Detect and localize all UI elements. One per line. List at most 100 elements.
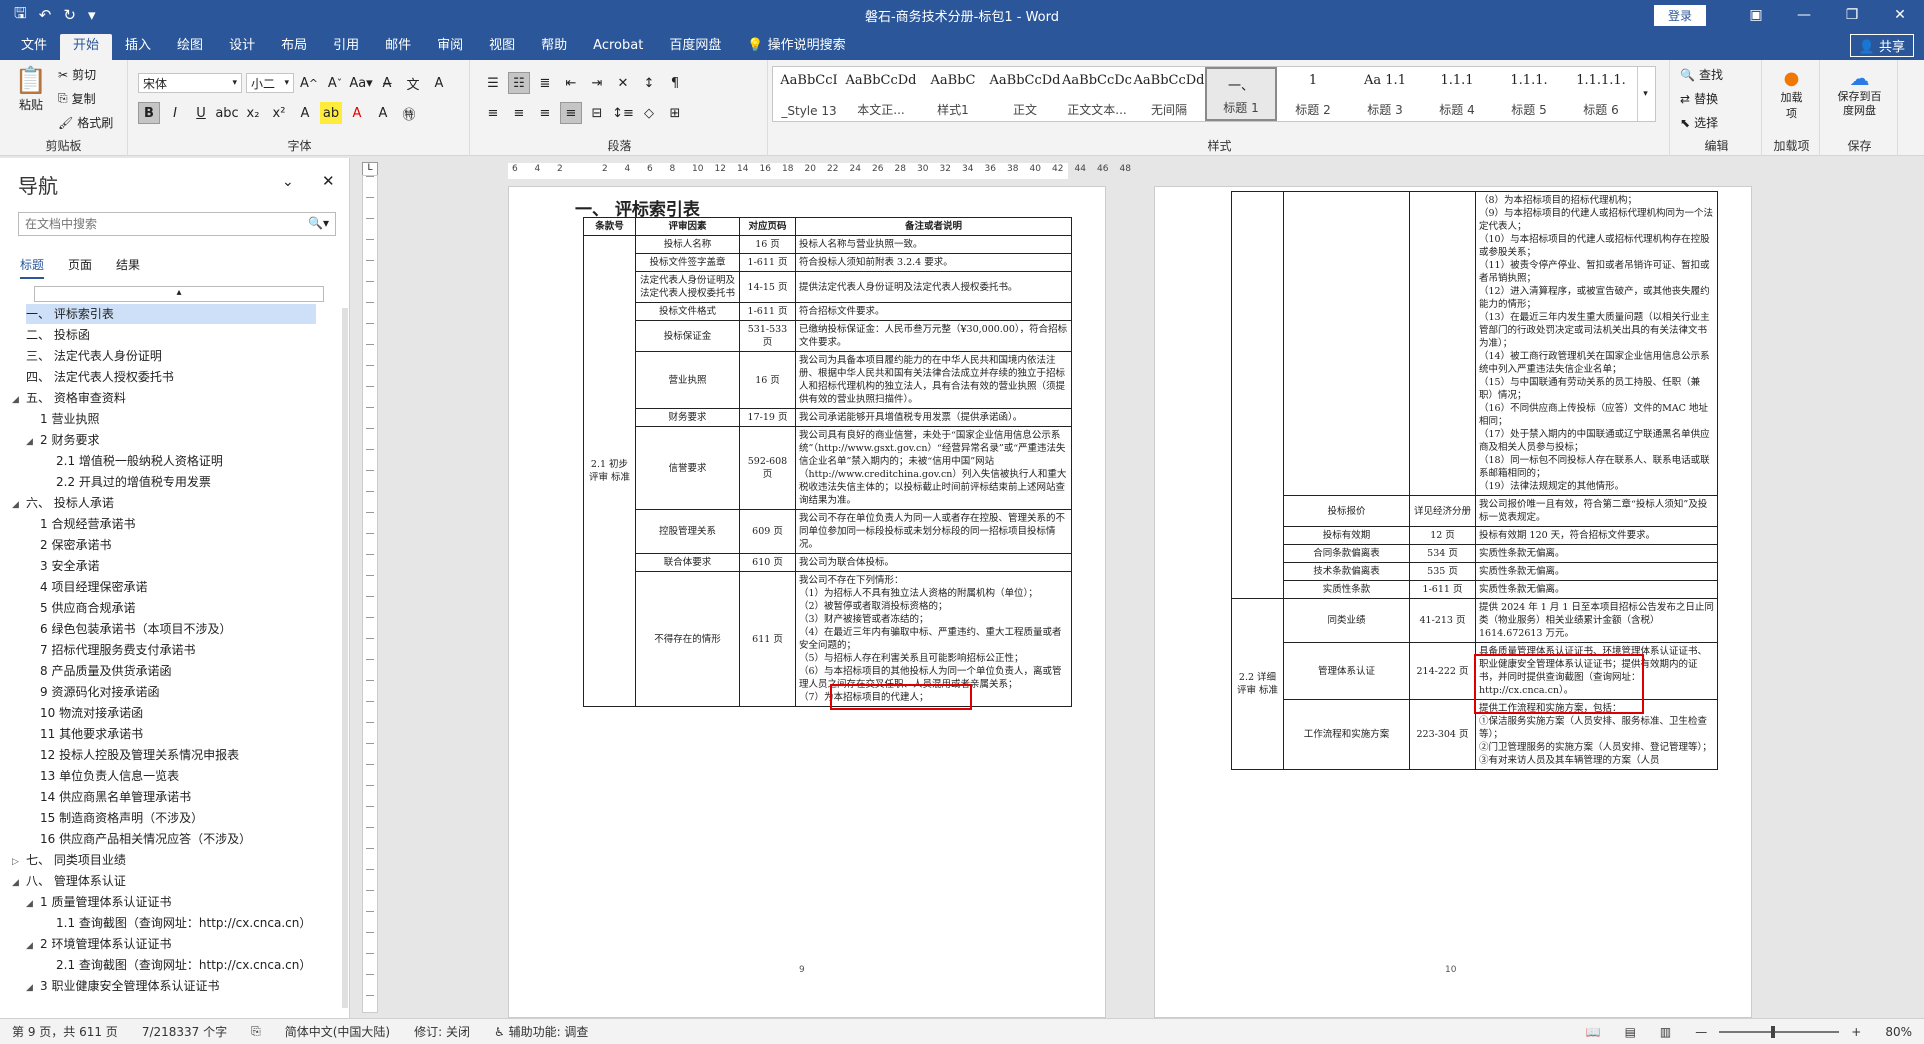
replace-button[interactable]: ⇄ 替换: [1680, 90, 1718, 107]
restore-icon[interactable]: ❐: [1828, 7, 1876, 23]
tab-file[interactable]: 文件: [8, 34, 60, 60]
nav-heading-item[interactable]: 14 供应商黑名单管理承诺书: [40, 787, 191, 807]
minimize-icon[interactable]: —: [1780, 7, 1828, 23]
nav-heading-item[interactable]: 2.1 查询截图（查询网址：http://cx.cnca.cn）: [56, 955, 311, 975]
format-painter-button[interactable]: 🖌 格式刷: [58, 114, 113, 131]
zoom-in-icon[interactable]: +: [1839, 1025, 1873, 1039]
horizontal-ruler[interactable]: 6 4 2 2 4 6 8 10 12 14 16 18 20 22 24 26 28 30 32 34 36 38 40 4…: [380, 162, 1924, 180]
nav-heading-item[interactable]: ▷ 七、 同类项目业绩: [12, 850, 126, 870]
nav-heading-item[interactable]: 13 单位负责人信息一览表: [40, 766, 179, 786]
nav-heading-item[interactable]: 三、 法定代表人身份证明: [26, 346, 162, 366]
page-9[interactable]: 一、 评标索引表 条款号 评审因素 对应页码 备注或者说明 2.1 初步 评审 标准…: [508, 186, 1106, 1018]
expand-icon[interactable]: ◢: [26, 936, 40, 956]
style-item[interactable]: AaBbC 样式1: [917, 67, 989, 121]
underline-icon[interactable]: U: [190, 102, 212, 124]
zoom-out-icon[interactable]: —: [1683, 1025, 1719, 1039]
nav-heading-item[interactable]: 11 其他要求承诺书: [40, 724, 143, 744]
justify-icon[interactable]: ≡: [560, 102, 582, 124]
find-button[interactable]: 🔍 查找: [1680, 66, 1723, 83]
ribbon-display-icon[interactable]: ▣: [1732, 7, 1780, 23]
decrease-indent-icon[interactable]: ⇤: [560, 72, 582, 94]
align-right-icon[interactable]: ≡: [534, 102, 556, 124]
bold-icon[interactable]: B: [138, 102, 160, 124]
nav-heading-item[interactable]: ◢ 1 质量管理体系认证证书: [26, 892, 171, 912]
style-item[interactable]: 1.1.1.1. 标题 6: [1565, 67, 1637, 121]
phonetic-icon[interactable]: 文: [402, 72, 424, 94]
line-spacing-icon[interactable]: ↕≡: [612, 102, 634, 124]
tell-me-search[interactable]: 💡 操作说明搜索: [734, 34, 858, 60]
align-center-icon[interactable]: ≡: [508, 102, 530, 124]
style-item[interactable]: AaBbCcDd 无间隔: [1133, 67, 1205, 121]
style-item[interactable]: AaBbCcI _Style 13: [773, 67, 845, 121]
nav-heading-item[interactable]: 9 资源码化对接承诺函: [40, 682, 159, 702]
style-item[interactable]: AaBbCcDc 正文文本...: [1061, 67, 1133, 121]
nav-heading-item[interactable]: 2.1 增值税一般纳税人资格证明: [56, 451, 223, 471]
nav-heading-item[interactable]: ◢ 五、 资格审查资料: [12, 388, 126, 408]
nav-heading-item[interactable]: 二、 投标函: [26, 325, 90, 345]
font-size-select[interactable]: 小二 ▾: [246, 73, 294, 93]
nav-heading-item[interactable]: 15 制造商资格声明（不涉及）: [40, 808, 203, 828]
bullets-icon[interactable]: ☰: [482, 72, 504, 94]
share-button[interactable]: 👤 共享: [1849, 34, 1914, 57]
tab-layout[interactable]: 布局: [268, 34, 320, 60]
grow-font-icon[interactable]: A ^: [298, 72, 320, 94]
language[interactable]: 简体中文(中国大陆): [273, 1023, 402, 1040]
nav-heading-item[interactable]: 3 安全承诺: [40, 556, 99, 576]
shrink-font-icon[interactable]: Aˇ: [324, 72, 346, 94]
change-case-icon[interactable]: Aa▾: [349, 72, 372, 94]
enclose-char-icon[interactable]: ㊕: [398, 102, 420, 124]
increase-indent-icon[interactable]: ⇥: [586, 72, 608, 94]
style-item[interactable]: 1 标题 2: [1277, 67, 1349, 121]
distributed-icon[interactable]: ⊟: [586, 102, 608, 124]
close-icon[interactable]: ✕: [1876, 7, 1924, 23]
nav-heading-item[interactable]: 四、 法定代表人授权委托书: [26, 367, 174, 387]
zoom-level[interactable]: 80%: [1873, 1025, 1924, 1039]
tab-draw[interactable]: 绘图: [164, 34, 216, 60]
styles-more-icon[interactable]: ▾: [1637, 67, 1653, 121]
search-icon[interactable]: 🔍▾: [308, 216, 329, 230]
sort-icon[interactable]: ↕: [638, 72, 660, 94]
nav-scrollbar[interactable]: [342, 308, 348, 1008]
font-name-select[interactable]: 宋体 ▾: [138, 73, 242, 93]
accessibility[interactable]: ♿ 辅助功能: 调查: [482, 1023, 600, 1040]
nav-close-icon[interactable]: ✕: [322, 172, 335, 190]
read-mode-icon[interactable]: 📖: [1574, 1025, 1613, 1039]
style-item[interactable]: AaBbCcDd 正文: [989, 67, 1061, 121]
page-count[interactable]: 第 9 页，共 611 页: [0, 1023, 130, 1040]
copy-button[interactable]: ⎘ 复制: [58, 90, 96, 107]
style-item[interactable]: 1.1.1. 标题 5: [1493, 67, 1565, 121]
track-changes[interactable]: 修订: 关闭: [402, 1023, 482, 1040]
style-item[interactable]: Aa 1.1 标题 3: [1349, 67, 1421, 121]
select-button[interactable]: ⬉ 选择: [1680, 114, 1718, 131]
nav-heading-item[interactable]: 1 营业执照: [40, 409, 99, 429]
expand-icon[interactable]: ◢: [12, 495, 26, 515]
nav-heading-item[interactable]: ◢ 六、 投标人承诺: [12, 493, 114, 513]
char-shading-icon[interactable]: A: [372, 102, 394, 124]
tab-home[interactable]: 开始: [60, 34, 113, 60]
tab-baidu[interactable]: 百度网盘: [656, 34, 734, 60]
nav-heading-item[interactable]: 一、 评标索引表: [26, 304, 316, 324]
chinese-layout-icon[interactable]: ✕: [612, 72, 634, 94]
nav-heading-item[interactable]: 10 物流对接承诺函: [40, 703, 143, 723]
strikethrough-icon[interactable]: abc: [215, 102, 238, 124]
text-effects-icon[interactable]: A: [294, 102, 316, 124]
nav-heading-item[interactable]: 2.2 开具过的增值税专用发票: [56, 472, 211, 492]
save-baidu-button[interactable]: ☁ 保存到百度网盘: [1822, 66, 1897, 118]
nav-heading-item[interactable]: 7 招标代理服务费支付承诺书: [40, 640, 195, 660]
customize-qat-icon[interactable]: ▾: [88, 3, 96, 28]
nav-search-input[interactable]: [18, 212, 336, 236]
tab-help[interactable]: 帮助: [528, 34, 580, 60]
cut-button[interactable]: ✂ 剪切: [58, 66, 96, 83]
nav-heading-item[interactable]: 5 供应商合规承诺: [40, 598, 135, 618]
highlight-icon[interactable]: ab: [320, 102, 342, 124]
style-item[interactable]: AaBbCcDd 本文正...: [845, 67, 917, 121]
login-button[interactable]: 登录: [1653, 4, 1706, 26]
nav-heading-item[interactable]: 1.1 查询截图（查询网址：http://cx.cnca.cn）: [56, 913, 311, 933]
font-color-icon[interactable]: A: [346, 102, 368, 124]
tab-insert[interactable]: 插入: [112, 34, 164, 60]
expand-icon[interactable]: ◢: [26, 894, 40, 914]
nav-heading-item[interactable]: ◢ 2 财务要求: [26, 430, 99, 450]
nav-tab-results[interactable]: 结果: [116, 256, 140, 279]
expand-icon[interactable]: ◢: [26, 432, 40, 452]
tab-references[interactable]: 引用: [320, 34, 372, 60]
